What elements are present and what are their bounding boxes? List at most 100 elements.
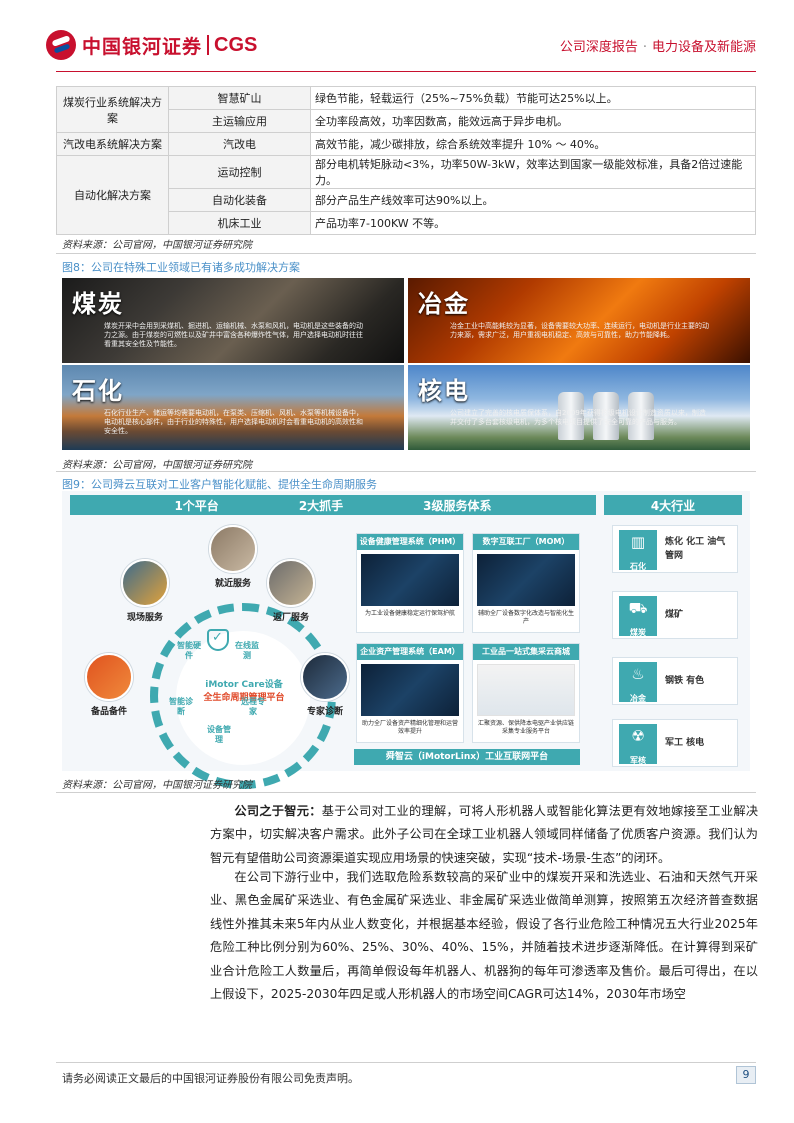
table-row: 汽改电系统解决方案 汽改电 高效节能，减少碳排放，综合系统效率提升 10% ～ … (56, 132, 756, 156)
mining-cart-icon: ⛟ (628, 599, 648, 617)
panel-coal-title: 煤炭 (72, 290, 124, 318)
report-sector: 电力设备及新能源 (651, 40, 756, 55)
table-cell-category: 汽改电系统解决方案 (56, 132, 169, 156)
industry-metallurgy: ♨ 冶金 钢铁 有色 (612, 657, 738, 705)
paragraph-zhiyuan: 公司之于智元：基于公司对工业的理解，可将人形机器人或智能化算法更有效地嫁接至工业… (210, 800, 758, 870)
table-cell-description: 部分产品生产线效率可达90%以上。 (310, 188, 756, 212)
card-mom: 数字互联工厂（MOM） 辅助全厂设备数字化改造与智能化生产 (472, 533, 580, 633)
service-onsite-photo (121, 559, 169, 607)
service-return-photo (267, 559, 315, 607)
divider (56, 253, 756, 254)
mom-dashboard-image (477, 554, 575, 606)
panel-metallurgy-desc: 冶金工业中高能耗较为显著，设备需要较大功率、连续运行，电动机是行业主要的动力来源… (450, 322, 709, 339)
card-eam-desc: 助力全厂设备资产精细化管理和运营效率提升 (361, 720, 458, 735)
table-cell-category: 自动化解决方案 (56, 155, 169, 235)
panel-metallurgy-title: 冶金 (418, 290, 470, 318)
imotorlinx-platform-bar: 舜智云（iMotorLinx）工业互联网平台 (354, 749, 580, 765)
ring-label-equipment-management: 设备管理 (207, 725, 231, 744)
banner-platform: 1个平台 (174, 498, 219, 513)
panel-petrochemical: 石化 石化行业生产、储运等均需要电动机，在泵类、压缩机、风机、水泵等机械设备中，… (62, 365, 404, 450)
header-divider (56, 71, 756, 72)
service-nearby-photo (209, 525, 257, 573)
card-mom-title: 数字互联工厂（MOM） (473, 534, 579, 550)
service-onsite-label: 现场服务 (126, 613, 163, 623)
panel-coal-desc: 煤炭开采中会用到采煤机、掘进机、运输机械、水泵和风机，电动机是这些装备的动力之源… (104, 322, 363, 348)
panel-metallurgy: 冶金 冶金工业中高能耗较为显著，设备需要较大功率、连续运行，电动机是行业主要的动… (408, 278, 750, 363)
divider (56, 792, 756, 793)
panel-petrochemical-title: 石化 (72, 377, 124, 405)
eam-dashboard-image (361, 664, 459, 716)
table-cell-application: 运动控制 (168, 155, 311, 189)
industry-coal-text: 煤矿 (665, 610, 684, 620)
service-return-label: 返厂服务 (272, 613, 309, 623)
header-separator: · (642, 40, 647, 55)
figure-9-source-note: 资料来源：公司官网，中国银河证券研究院 (62, 780, 252, 791)
industry-petrochemical-text: 炼化 化工 油气 管网 (665, 537, 726, 561)
figure-9-title: 图9：公司舜云互联对工业客户智能化赋能、提供全生命周期服务 (62, 478, 377, 491)
card-phm: 设备健康管理系统（PHM） 为工业设备健康稳定运行保驾护航 (356, 533, 464, 633)
table-cell-description: 产品功率7-100KW 不等。 (310, 211, 756, 235)
industry-petrochemical-badge: ▥ 石化 (619, 530, 657, 571)
furnace-icon: ♨ (631, 665, 645, 683)
industry-petrochemical: ▥ 石化 炼化 化工 油气 管网 (612, 525, 738, 573)
paragraph-zhiyuan-lead: 公司之于智元： (234, 804, 322, 818)
divider (56, 471, 756, 472)
panel-petrochemical-desc: 石化行业生产、储运等均需要电动机，在泵类、压缩机、风机、水泵等机械设备中，电动机… (104, 409, 363, 435)
industry-metallurgy-badge: ♨ 冶金 (619, 662, 657, 703)
card-phm-title: 设备健康管理系统（PHM） (357, 534, 463, 550)
banner-levers: 2大抓手 (298, 498, 344, 513)
mall-screenshot-image (477, 664, 575, 716)
report-type: 公司深度报告 (559, 40, 638, 55)
industry-banner: 4大行业 (604, 495, 742, 515)
card-eam: 企业资产管理系统（EAM） 助力全厂设备资产精细化管理和运营效率提升 (356, 643, 464, 743)
card-mall-desc: 汇聚资源、保供降本电驱产业供应链采集专业服务平台 (477, 720, 574, 735)
service-spare-parts-label: 备品备件 (90, 707, 127, 717)
ring-label-online-monitoring: 在线监测 (235, 641, 259, 660)
card-eam-title: 企业资产管理系统（EAM） (357, 644, 463, 660)
panel-nuclear-desc: 公司建立了完善的核电质保体系，自2009年获得核级电机设计制造资质以来，制造并交… (450, 409, 706, 426)
platform-banner: 1个平台 2大抓手 3级服务体系 (70, 495, 596, 515)
logo-en: CGS (214, 33, 258, 56)
industry-coal-badge: ⛟ 煤炭 (619, 596, 657, 637)
panel-coal: 煤炭 煤炭开采中会用到采煤机、掘进机、运输机械、水泵和风机，电动机是这些装备的动… (62, 278, 404, 363)
page-number: 9 (736, 1066, 756, 1084)
logo-text: 中国银河证券 (82, 35, 203, 58)
industry-military-nuclear-badge: ☢ 军核 (619, 724, 657, 765)
figure-8-image: 煤炭 煤炭开采中会用到采煤机、掘进机、运输机械、水泵和风机，电动机是这些装备的动… (62, 278, 750, 450)
service-spare-parts: 备品备件 (74, 653, 144, 717)
table-cell-application: 智慧矿山 (168, 86, 311, 110)
table-cell-description: 绿色节能，轻载运行（25%~75%负载）节能可达25%以上。 (310, 86, 756, 110)
footer-divider (56, 1062, 756, 1063)
panel-nuclear-title: 核电 (418, 377, 470, 405)
service-expert-diagnosis: 专家诊断 (290, 653, 360, 717)
industry-coal: ⛟ 煤炭 煤矿 (612, 591, 738, 639)
table-source-note: 资料来源：公司官网，中国银河证券研究院 (62, 240, 252, 251)
table-row: 煤炭行业系统解决方案 智慧矿山 绿色节能，轻载运行（25%~75%负载）节能可达… (56, 86, 756, 133)
industry-military-nuclear: ☢ 军核 军工 核电 (612, 719, 738, 767)
industry-military-nuclear-text: 军工 核电 (665, 738, 705, 748)
service-expert-diagnosis-photo (301, 653, 349, 701)
service-return: 返厂服务 (256, 559, 326, 623)
figure-8-title: 图8：公司在特殊工业领域已有诸多成功解决方案 (62, 261, 300, 274)
service-expert-diagnosis-label: 专家诊断 (306, 707, 343, 717)
solutions-table: 煤炭行业系统解决方案 智慧矿山 绿色节能，轻载运行（25%~75%负载）节能可达… (56, 86, 756, 235)
table-cell-category: 煤炭行业系统解决方案 (56, 86, 169, 133)
ring-label-remote-expert: 远程专家 (241, 697, 265, 716)
logo-divider (207, 35, 210, 55)
footer-disclaimer: 请务必阅读正文最后的中国银河证券股份有限公司免责声明。 (62, 1072, 359, 1085)
cgs-logo-icon (46, 30, 76, 60)
ring-label-smart-diagnosis: 智能诊断 (169, 697, 193, 716)
cgs-logo: 中国银河证券 CGS (46, 30, 257, 60)
table-cell-application: 主运输应用 (168, 109, 311, 133)
panel-nuclear: 核电 公司建立了完善的核电质保体系，自2009年获得核级电机设计制造资质以来，制… (408, 365, 750, 450)
industry-petrochemical-name: 石化 (630, 562, 646, 571)
card-mall-title: 工业品一站式集采云商城 (473, 644, 579, 660)
service-spare-parts-photo (85, 653, 133, 701)
figure-8-source-note: 资料来源：公司官网，中国银河证券研究院 (62, 460, 252, 471)
card-mall: 工业品一站式集采云商城 汇聚资源、保供降本电驱产业供应链采集专业服务平台 (472, 643, 580, 743)
nuclear-plant-icon: ☢ (631, 727, 645, 745)
table-cell-description: 高效节能，减少碳排放，综合系统效率提升 10% ～ 40%。 (310, 132, 756, 156)
phm-dashboard-image (361, 554, 459, 606)
industry-metallurgy-text: 钢铁 有色 (665, 676, 705, 686)
figure-9-image: 1个平台 2大抓手 3级服务体系 4大行业 iMotor Care设备 全生命周… (62, 491, 750, 789)
